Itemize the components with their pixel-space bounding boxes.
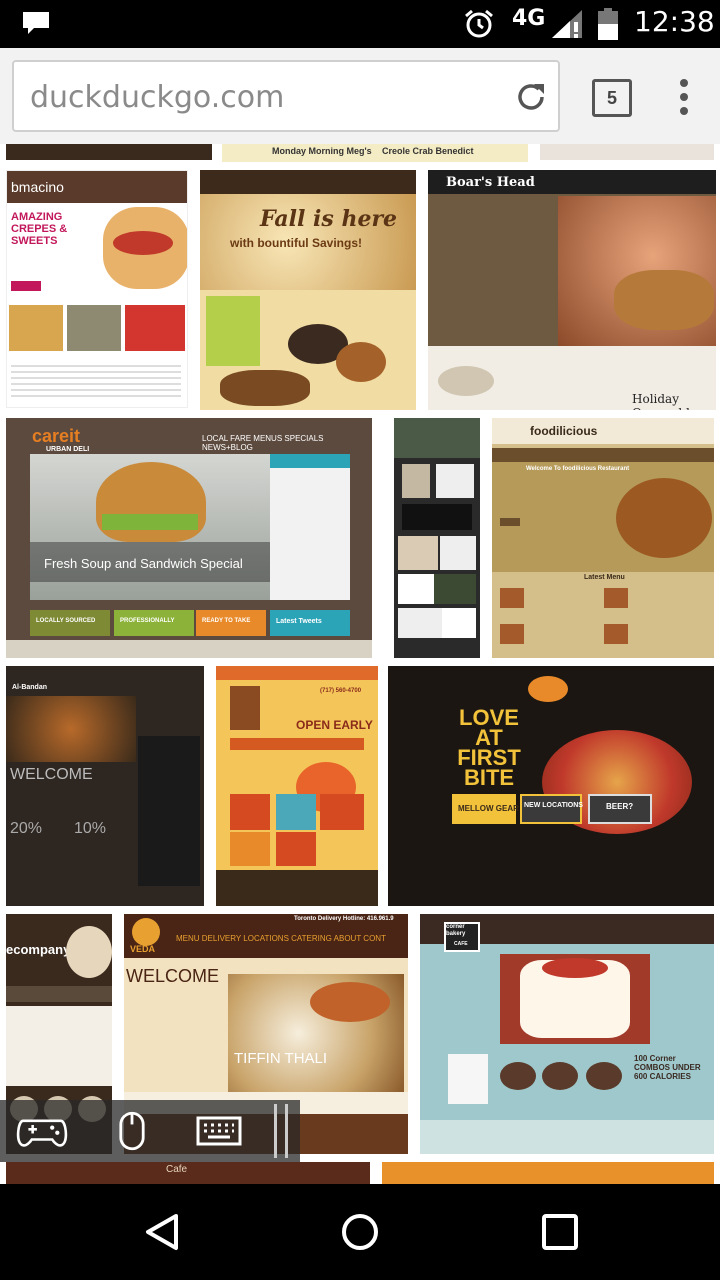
image-result[interactable] [382,1162,714,1184]
input-overlay-bar [0,1100,300,1162]
home-icon[interactable] [340,1212,380,1252]
image-result[interactable]: corner bakery CAFE 100 Corner COMBOS UND… [420,914,714,1154]
drag-handle[interactable] [274,1104,288,1158]
reload-icon[interactable] [514,80,548,114]
keyboard-icon[interactable] [196,1116,242,1146]
overflow-menu-icon[interactable] [672,76,696,120]
image-result[interactable]: foodilicious Welcome To foodilicious Res… [492,418,714,658]
image-result[interactable]: careit URBAN DELI LOCAL FARE MENUS SPECI… [6,418,372,658]
image-result[interactable] [394,418,480,658]
url-text[interactable]: duckduckgo.com [30,80,284,115]
image-result[interactable]: Al-Bandan WELCOME 20% 10% [6,666,204,906]
back-icon[interactable] [142,1212,182,1252]
system-nav-bar [0,1184,720,1280]
image-result[interactable]: (717) 560-4700 OPEN EARLY [216,666,378,906]
tab-switcher-button[interactable]: 5 [592,79,632,117]
status-bar: 4G 12:38 [0,0,720,48]
image-result[interactable]: Cafe [6,1162,370,1184]
mouse-icon[interactable] [118,1110,146,1152]
browser-toolbar: duckduckgo.com 5 [0,48,720,144]
gamepad-icon[interactable] [16,1114,68,1148]
signal-icon [552,10,582,38]
image-result[interactable]: bmacino AMAZING CREPES & SWEETS [6,170,188,408]
clock: 12:38 [634,5,715,38]
battery-icon [598,8,618,40]
alarm-icon [465,9,493,38]
image-result[interactable]: LOVE AT FIRST BITE MELLOW GEAR NEW LOCAT… [388,666,714,906]
recents-icon[interactable] [540,1212,580,1252]
image-result[interactable]: Monday Morning Meg's Creole Crab Benedic… [222,144,528,162]
image-result[interactable] [6,144,212,160]
image-result[interactable] [540,144,714,160]
network-type: 4G [512,6,546,31]
notification-icon [23,12,49,34]
url-bar[interactable]: duckduckgo.com [12,60,560,132]
image-result[interactable]: Boar's Head Holiday Ovengold Turkey Wrea… [428,170,716,410]
image-results: Monday Morning Meg's Creole Crab Benedic… [0,144,720,1184]
image-result[interactable]: Fall is here with bountiful Savings! [200,170,416,410]
